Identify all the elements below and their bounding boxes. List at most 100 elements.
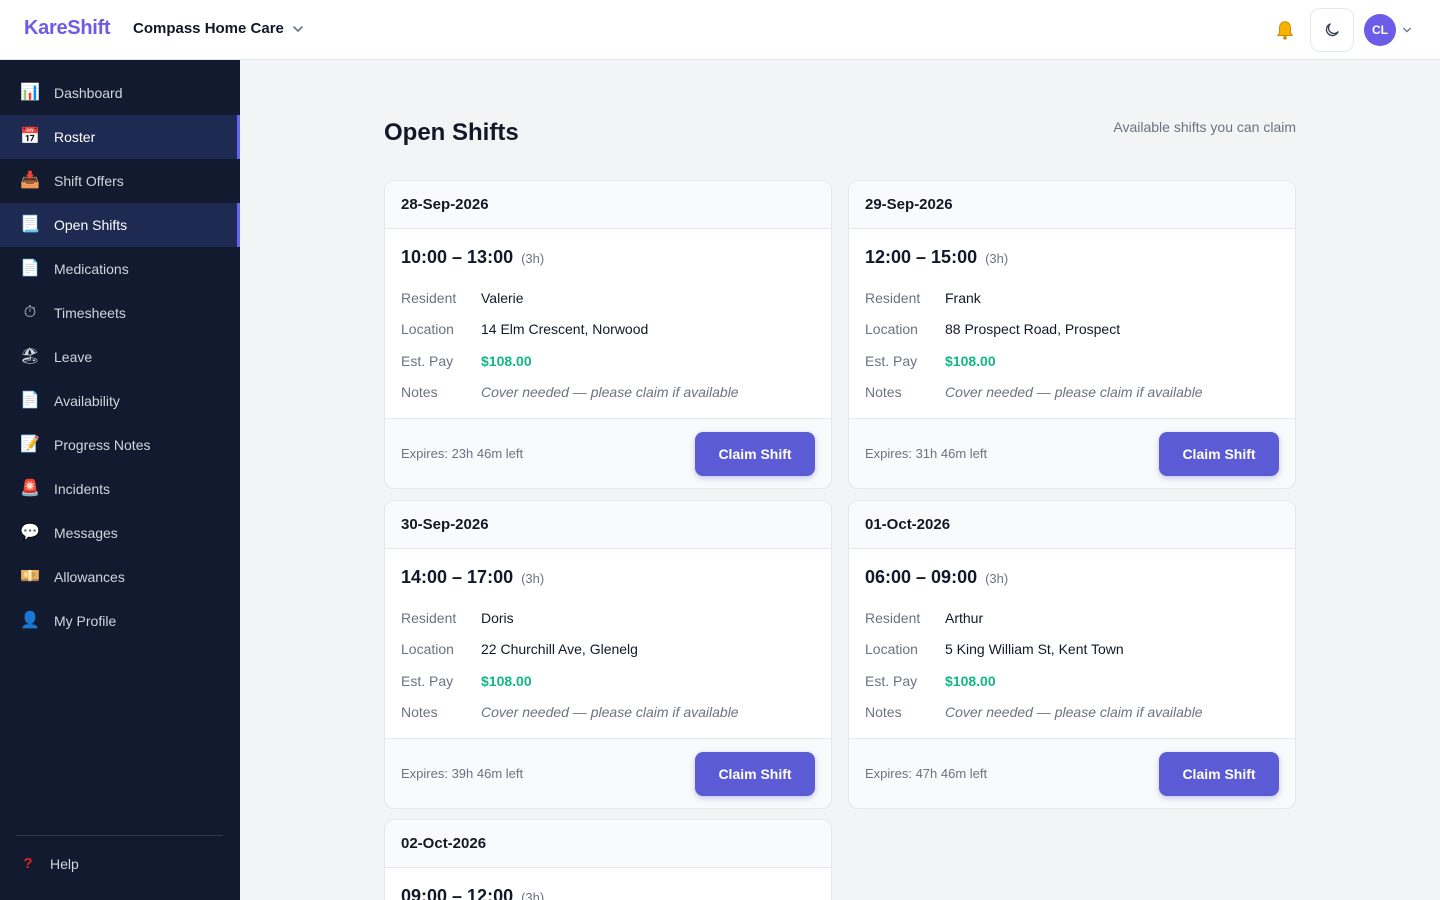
resident-label: Resident (401, 609, 457, 626)
calendar-icon: 📅 (20, 128, 40, 145)
location-label: Location (401, 321, 454, 338)
claim-shift-button[interactable]: Claim Shift (695, 431, 815, 476)
shift-card: 02-Oct-2026 09:00 – 12:00 (3h) (384, 819, 832, 900)
sidebar-item-my-profile[interactable]: 👤 My Profile (0, 599, 240, 643)
user-icon: 👤 (20, 612, 40, 629)
notes-label: Notes (865, 704, 902, 721)
claim-shift-button[interactable]: Claim Shift (1159, 751, 1279, 796)
document-icon: 📄 (20, 260, 40, 277)
notifications-bell-icon[interactable] (1272, 17, 1298, 43)
location-label: Location (401, 641, 454, 658)
siren-icon: 🚨 (20, 480, 40, 497)
notes-value: Cover needed — please claim if available (945, 384, 1203, 401)
notes-label: Notes (401, 704, 438, 721)
shift-card: 30-Sep-2026 14:00 – 17:00 (3h) Resident D… (384, 500, 832, 809)
document-icon: 📄 (20, 392, 40, 409)
sidebar-item-availability[interactable]: 📄 Availability (0, 379, 240, 423)
pay-label: Est. Pay (401, 352, 454, 369)
help-label: Help (50, 855, 79, 872)
sidebar-item-dashboard[interactable]: 📊 Dashboard (0, 71, 240, 115)
sidebar-item-label: My Profile (54, 613, 117, 629)
theme-toggle-button[interactable] (1310, 8, 1354, 52)
org-name: Compass Home Care (133, 20, 284, 37)
resident-label: Resident (865, 289, 921, 306)
chevron-down-icon (1403, 27, 1411, 33)
shift-card: 29-Sep-2026 12:00 – 15:00 (3h) Resident F… (848, 180, 1296, 489)
shift-time: 12:00 – 15:00 (865, 247, 978, 267)
claim-shift-button[interactable]: Claim Shift (1159, 431, 1279, 476)
pay-label: Est. Pay (865, 352, 918, 369)
sidebar-item-medications[interactable]: 📄 Medications (0, 247, 240, 291)
resident-value: Arthur (945, 609, 984, 626)
speech-bubble-icon: 💬 (20, 524, 40, 541)
sidebar-item-label: Allowances (54, 569, 125, 585)
org-switcher[interactable]: Compass Home Care (133, 20, 304, 37)
shift-date: 02-Oct-2026 (385, 820, 831, 868)
expiry-text: Expires: 47h 46m left (865, 766, 988, 781)
sidebar-item-progress-notes[interactable]: 📝 Progress Notes (0, 423, 240, 467)
shift-duration: (3h) (985, 571, 1009, 586)
pay-value: $108.00 (481, 352, 532, 369)
shift-duration: (3h) (521, 890, 545, 900)
shift-card: 01-Oct-2026 06:00 – 09:00 (3h) Resident A… (848, 500, 1296, 809)
pay-label: Est. Pay (865, 672, 918, 689)
user-menu[interactable]: CL (1364, 14, 1412, 46)
help-link[interactable]: ? Help (20, 855, 79, 872)
brand-logo[interactable]: KareShift (24, 17, 111, 40)
sidebar-item-label: Medications (54, 261, 129, 277)
shift-duration: (3h) (521, 251, 545, 266)
resident-value: Doris (481, 609, 514, 626)
shift-duration: (3h) (521, 571, 545, 586)
pay-value: $108.00 (945, 352, 996, 369)
sidebar-item-allowances[interactable]: 💴 Allowances (0, 555, 240, 599)
shift-date: 28-Sep-2026 (385, 181, 831, 229)
sidebar-item-open-shifts[interactable]: 📃 Open Shifts (0, 203, 240, 247)
inbox-tray-icon: 📥 (20, 172, 40, 189)
question-mark-icon: ? (23, 855, 33, 872)
memo-icon: 📝 (20, 436, 40, 453)
shift-duration: (3h) (985, 251, 1009, 266)
resident-value: Frank (945, 289, 981, 306)
stopwatch-icon: ⏱ (23, 304, 37, 321)
sidebar-item-shift-offers[interactable]: 📥 Shift Offers (0, 159, 240, 203)
sidebar-item-incidents[interactable]: 🚨 Incidents (0, 467, 240, 511)
claim-shift-button[interactable]: Claim Shift (695, 751, 815, 796)
notes-label: Notes (401, 384, 438, 401)
resident-value: Valerie (481, 289, 524, 306)
sidebar-item-label: Roster (54, 129, 96, 145)
shift-date: 29-Sep-2026 (849, 181, 1295, 229)
avatar: CL (1364, 14, 1396, 46)
top-bar: KareShift Compass Home Care CL (0, 0, 1440, 60)
sidebar-item-messages[interactable]: 💬 Messages (0, 511, 240, 555)
shift-date: 01-Oct-2026 (849, 501, 1295, 549)
location-label: Location (865, 641, 918, 658)
sidebar-item-roster[interactable]: 📅 Roster (0, 115, 240, 159)
location-value: 14 Elm Crescent, Norwood (481, 321, 649, 338)
notes-value: Cover needed — please claim if available (945, 704, 1203, 721)
location-value: 5 King William St, Kent Town (945, 641, 1124, 658)
expiry-text: Expires: 23h 46m left (401, 446, 524, 461)
location-label: Location (865, 321, 918, 338)
banknote-icon: 💴 (20, 568, 40, 585)
sidebar-item-label: Shift Offers (54, 173, 124, 189)
shift-date: 30-Sep-2026 (385, 501, 831, 549)
sidebar-item-label: Leave (54, 349, 93, 365)
location-value: 88 Prospect Road, Prospect (945, 321, 1121, 338)
sidebar-item-label: Timesheets (54, 305, 126, 321)
beach-icon: 🏖 (19, 348, 41, 365)
resident-label: Resident (865, 609, 921, 626)
shift-card: 28-Sep-2026 10:00 – 13:00 (3h) Resident V… (384, 180, 832, 489)
sidebar-item-leave[interactable]: 🏖 Leave (0, 335, 240, 379)
expiry-text: Expires: 31h 46m left (865, 446, 988, 461)
page-subtitle: Available shifts you can claim (1113, 119, 1296, 135)
shift-time: 09:00 – 12:00 (401, 886, 514, 900)
notes-label: Notes (865, 384, 902, 401)
sidebar-item-timesheets[interactable]: ⏱ Timesheets (0, 291, 240, 335)
location-value: 22 Churchill Ave, Glenelg (481, 641, 638, 658)
bar-chart-icon: 📊 (20, 84, 40, 101)
pay-value: $108.00 (481, 672, 532, 689)
sidebar-item-label: Progress Notes (54, 437, 151, 453)
page-title: Open Shifts (384, 119, 519, 146)
notes-value: Cover needed — please claim if available (481, 704, 739, 721)
chevron-down-icon (293, 25, 303, 32)
